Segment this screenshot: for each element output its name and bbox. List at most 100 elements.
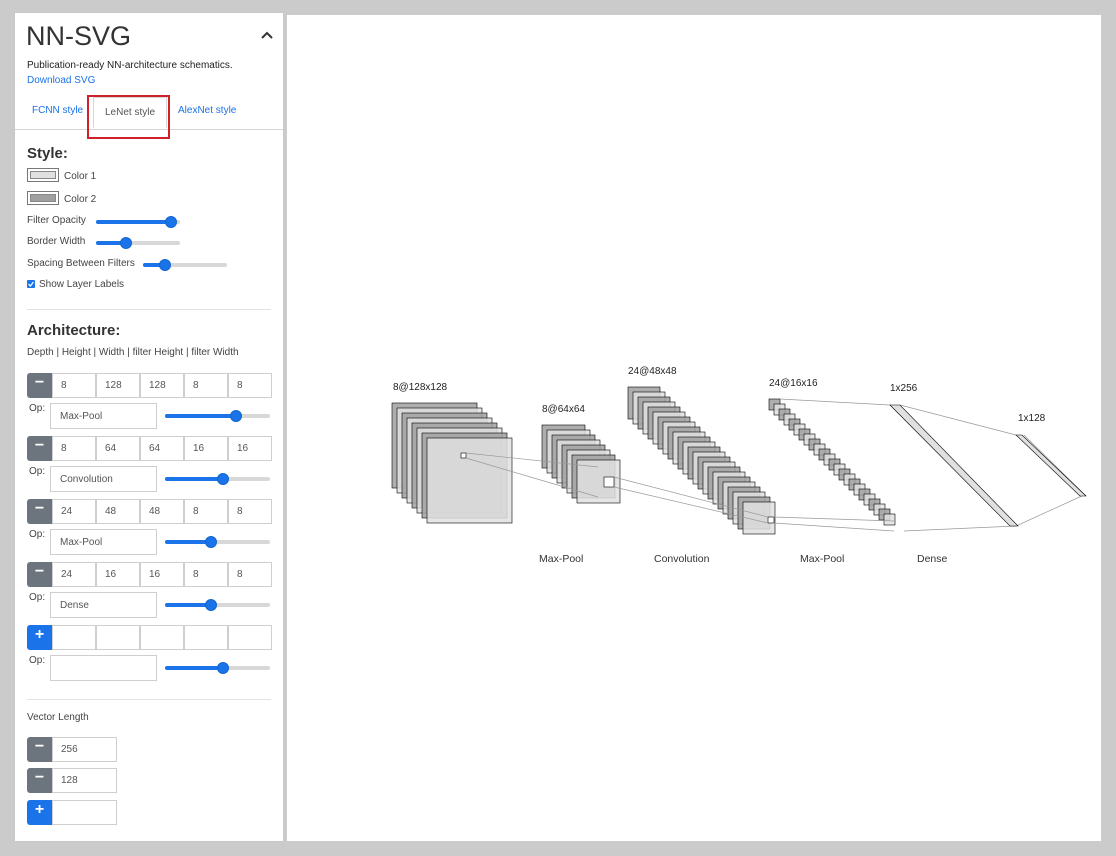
op-size-slider[interactable]	[165, 662, 270, 674]
spacing-slider[interactable]	[143, 259, 227, 271]
filter-height-input[interactable]: 8	[184, 499, 228, 524]
width-input[interactable]	[140, 625, 184, 650]
op-input[interactable]: Dense	[50, 592, 157, 618]
filter-opacity-slider[interactable]	[96, 216, 180, 228]
filter-height-input[interactable]: 8	[184, 562, 228, 587]
filter-width-input[interactable]: 16	[228, 436, 272, 461]
color1-label: Color 1	[64, 171, 97, 182]
op-caption: Max-Pool	[800, 553, 844, 565]
layer-label: 1x256	[890, 383, 918, 394]
op-input[interactable]: Max-Pool	[50, 529, 157, 555]
remove-layer-button[interactable]: −	[27, 373, 52, 398]
width-input[interactable]: 128	[140, 373, 184, 398]
style-heading: Style:	[27, 145, 68, 162]
tab-lenet-style[interactable]: LeNet style	[93, 97, 167, 128]
filter-width-input[interactable]	[228, 625, 272, 650]
layer-label: 24@48x48	[628, 366, 677, 377]
filter-height-input[interactable]: 16	[184, 436, 228, 461]
height-input[interactable]: 48	[96, 499, 140, 524]
border-width-label: Border Width	[27, 236, 86, 247]
op-label: Op:	[29, 592, 46, 603]
app-subtitle: Publication-ready NN-architecture schema…	[27, 60, 233, 71]
op-label: Op:	[29, 655, 46, 666]
height-input[interactable]: 64	[96, 436, 140, 461]
spacing-label: Spacing Between Filters	[27, 258, 135, 269]
add-vector-button[interactable]: +	[27, 800, 52, 825]
architecture-heading: Architecture:	[27, 322, 121, 339]
kernel-window	[460, 452, 467, 459]
divider	[27, 699, 271, 700]
vector-length-input[interactable]: 128	[52, 768, 117, 793]
add-layer-button[interactable]: +	[27, 625, 52, 650]
filter-width-input[interactable]: 8	[228, 499, 272, 524]
remove-layer-button[interactable]: −	[27, 562, 52, 587]
op-caption: Convolution	[654, 553, 710, 565]
op-caption: Max-Pool	[539, 553, 583, 565]
op-size-slider[interactable]	[165, 599, 270, 611]
kernel-window	[603, 476, 615, 488]
diagram-canvas: 8@128x128 8@64x64 24@48x48 24@16x16 1x256 1x1…	[287, 15, 1101, 841]
color2-swatch[interactable]	[27, 191, 59, 205]
width-input[interactable]: 16	[140, 562, 184, 587]
download-svg-link[interactable]: Download SVG	[27, 75, 95, 86]
control-panel: NN-SVG Publication-ready NN-architecture…	[14, 12, 284, 842]
width-input[interactable]: 48	[140, 499, 184, 524]
app-title: NN-SVG	[26, 21, 132, 51]
style-tabs: FCNN style LeNet style AlexNet style	[15, 97, 283, 130]
collapse-chevron-icon[interactable]	[259, 29, 275, 41]
connection-line	[1015, 494, 1085, 527]
new-vector-input[interactable]	[52, 800, 117, 825]
op-input[interactable]: Max-Pool	[50, 403, 157, 429]
filter-height-input[interactable]	[184, 625, 228, 650]
dense-vector-256	[889, 404, 1019, 527]
feature-map	[426, 437, 513, 524]
tab-alexnet-style[interactable]: AlexNet style	[178, 105, 236, 116]
depth-input[interactable]: 24	[52, 499, 96, 524]
depth-input[interactable]	[52, 625, 96, 650]
op-size-slider[interactable]	[165, 536, 270, 548]
filter-height-input[interactable]: 8	[184, 373, 228, 398]
height-input[interactable]: 128	[96, 373, 140, 398]
dense-vector-128	[1015, 434, 1087, 497]
op-input[interactable]: Convolution	[50, 466, 157, 492]
layer-label: 1x128	[1018, 413, 1046, 424]
vector-length-label: Vector Length	[27, 712, 89, 723]
remove-vector-button[interactable]: −	[27, 768, 52, 793]
height-input[interactable]	[96, 625, 140, 650]
layer-label: 8@128x128	[393, 382, 448, 393]
op-size-slider[interactable]	[165, 410, 270, 422]
filter-width-input[interactable]: 8	[228, 373, 272, 398]
op-size-slider[interactable]	[165, 473, 270, 485]
show-labels-checkbox[interactable]	[27, 280, 35, 288]
connection-line	[773, 516, 895, 522]
lenet-diagram: 8@128x128 8@64x64 24@48x48 24@16x16 1x256 1x1…	[391, 366, 1087, 565]
depth-input[interactable]: 24	[52, 562, 96, 587]
op-caption: Dense	[917, 553, 948, 565]
connection-line	[903, 525, 1017, 532]
depth-input[interactable]: 8	[52, 373, 96, 398]
filter-opacity-label: Filter Opacity	[27, 215, 86, 226]
connection-line	[779, 398, 891, 406]
vector-length-input[interactable]: 256	[52, 737, 117, 762]
filter-width-input[interactable]: 8	[228, 562, 272, 587]
tab-fcnn-style[interactable]: FCNN style	[32, 105, 83, 116]
depth-input[interactable]: 8	[52, 436, 96, 461]
layer-label: 24@16x16	[769, 378, 818, 389]
height-input[interactable]: 16	[96, 562, 140, 587]
remove-layer-button[interactable]: −	[27, 499, 52, 524]
divider	[27, 309, 271, 310]
kernel-window	[767, 516, 775, 524]
layer-label: 8@64x64	[542, 404, 585, 415]
remove-layer-button[interactable]: −	[27, 436, 52, 461]
op-label: Op:	[29, 403, 46, 414]
remove-vector-button[interactable]: −	[27, 737, 52, 762]
op-label: Op:	[29, 466, 46, 477]
connection-line	[773, 522, 895, 532]
op-label: Op:	[29, 529, 46, 540]
width-input[interactable]: 64	[140, 436, 184, 461]
architecture-columns-caption: Depth | Height | Width | filter Height |…	[27, 347, 239, 358]
border-width-slider[interactable]	[96, 237, 180, 249]
color1-swatch[interactable]	[27, 168, 59, 182]
show-labels-label: Show Layer Labels	[39, 279, 125, 290]
op-input[interactable]	[50, 655, 157, 681]
